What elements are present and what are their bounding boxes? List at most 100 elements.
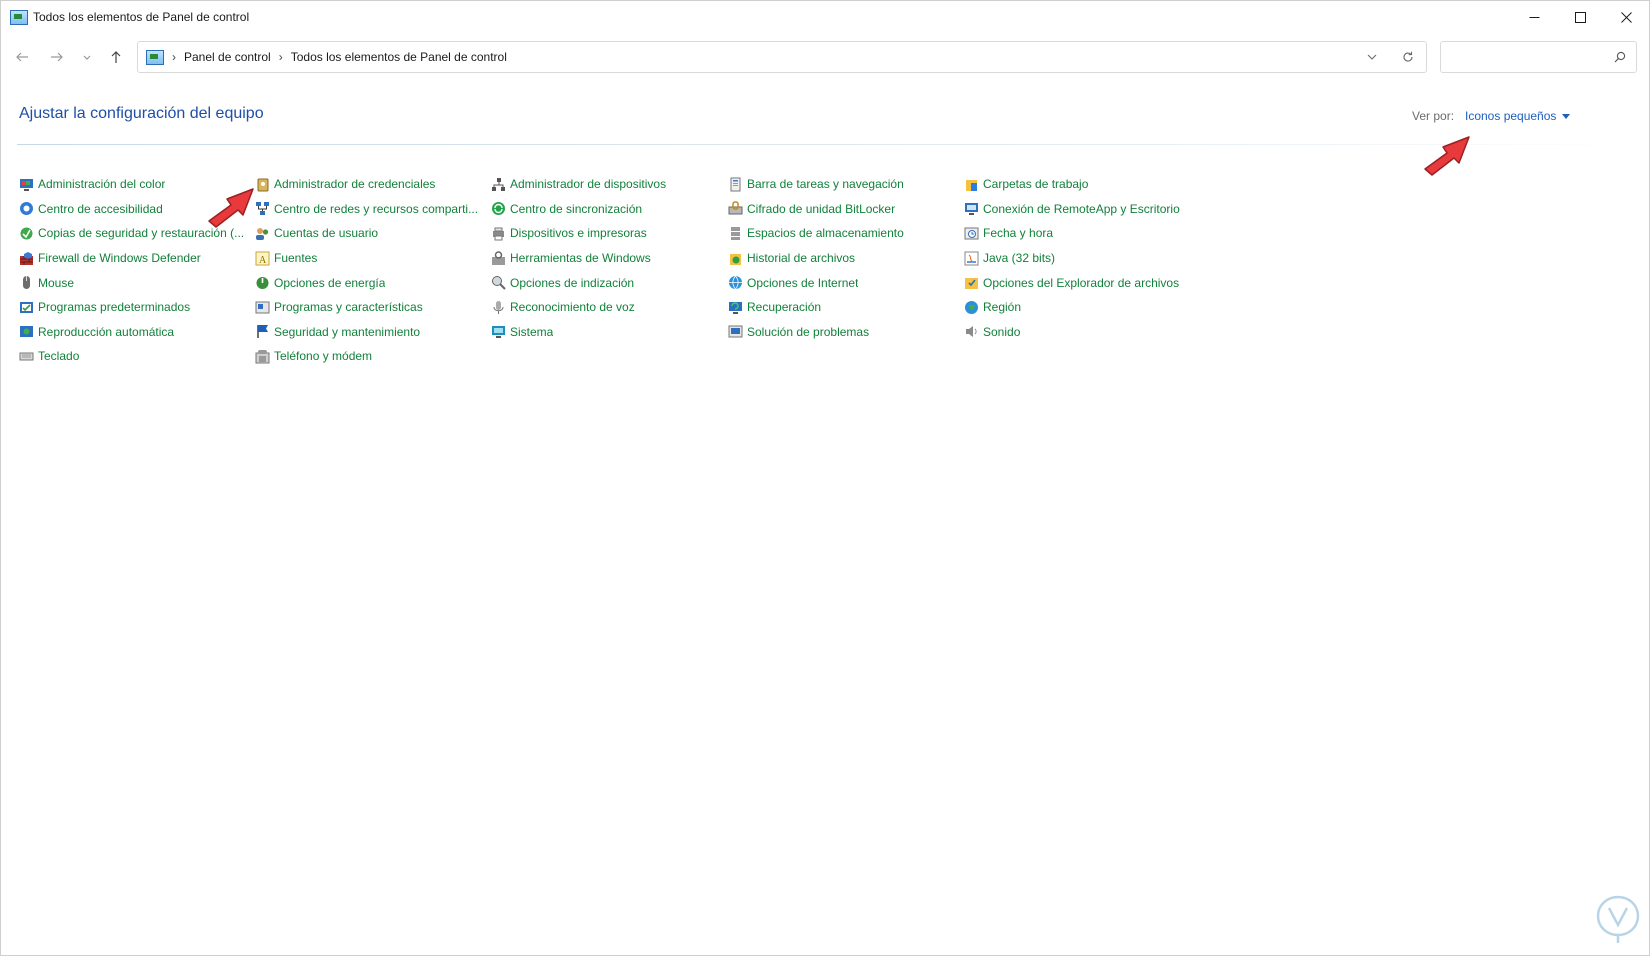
control-panel-item-label[interactable]: Opciones de energía bbox=[274, 276, 385, 290]
control-panel-item[interactable]: Opciones de energía bbox=[255, 270, 491, 295]
control-panel-item[interactable]: Seguridad y mantenimiento bbox=[255, 320, 491, 345]
control-panel-item[interactable]: Cifrado de unidad BitLocker bbox=[728, 197, 964, 222]
control-panel-item[interactable]: Carpetas de trabajo bbox=[964, 172, 1200, 197]
control-panel-item[interactable]: Mouse bbox=[19, 270, 255, 295]
minimize-button[interactable] bbox=[1511, 1, 1557, 33]
control-panel-item-label[interactable]: Teléfono y módem bbox=[274, 349, 372, 363]
control-panel-item[interactable]: Programas y características bbox=[255, 295, 491, 320]
control-panel-item[interactable]: Sonido bbox=[964, 320, 1200, 345]
address-history-button[interactable] bbox=[1354, 51, 1390, 63]
control-panel-item[interactable]: Programas predeterminados bbox=[19, 295, 255, 320]
navigation-row: › Panel de control › Todos los elementos… bbox=[1, 40, 1649, 74]
control-panel-item[interactable]: Región bbox=[964, 295, 1200, 320]
control-panel-item[interactable]: Recuperación bbox=[728, 295, 964, 320]
control-panel-item[interactable]: Fecha y hora bbox=[964, 221, 1200, 246]
control-panel-item[interactable]: Administrador de dispositivos bbox=[491, 172, 728, 197]
control-panel-item-label[interactable]: Administración del color bbox=[38, 177, 165, 191]
close-button[interactable] bbox=[1603, 1, 1649, 33]
control-panel-item-label[interactable]: Administrador de dispositivos bbox=[510, 177, 666, 191]
firewall-icon bbox=[19, 251, 34, 266]
fonts-icon: A bbox=[255, 251, 270, 266]
control-panel-item-label[interactable]: Cifrado de unidad BitLocker bbox=[747, 202, 895, 216]
page-title: Ajustar la configuración del equipo bbox=[19, 105, 264, 122]
control-panel-item[interactable]: Dispositivos e impresoras bbox=[491, 221, 728, 246]
control-panel-item-label[interactable]: Centro de sincronización bbox=[510, 202, 642, 216]
control-panel-item-label[interactable]: Reproducción automática bbox=[38, 325, 174, 339]
chevron-right-icon: › bbox=[278, 50, 283, 64]
control-panel-item[interactable]: Historial de archivos bbox=[728, 246, 964, 271]
control-panel-item-label[interactable]: Dispositivos e impresoras bbox=[510, 226, 647, 240]
control-panel-item-label[interactable]: Sistema bbox=[510, 325, 553, 339]
control-panel-item[interactable]: Opciones de indización bbox=[491, 270, 728, 295]
control-panel-item-label[interactable]: Cuentas de usuario bbox=[274, 226, 378, 240]
control-panel-item[interactable]: Reconocimiento de voz bbox=[491, 295, 728, 320]
forward-button[interactable] bbox=[48, 48, 66, 66]
control-panel-item[interactable]: A Fuentes bbox=[255, 246, 491, 271]
control-panel-item-label[interactable]: Programas y características bbox=[274, 300, 423, 314]
control-panel-item-label[interactable]: Administrador de credenciales bbox=[274, 177, 435, 191]
backup-restore-icon bbox=[19, 226, 34, 241]
control-panel-item-label[interactable]: Opciones de Internet bbox=[747, 276, 858, 290]
control-panel-item-label[interactable]: Teclado bbox=[38, 349, 79, 363]
control-panel-item[interactable]: Centro de sincronización bbox=[491, 197, 728, 222]
control-panel-icon bbox=[10, 9, 28, 25]
recent-locations-button[interactable] bbox=[78, 48, 96, 66]
control-panel-item[interactable]: Espacios de almacenamiento bbox=[728, 221, 964, 246]
control-panel-item-label[interactable]: Firewall de Windows Defender bbox=[38, 251, 201, 265]
control-panel-item-label[interactable]: Solución de problemas bbox=[747, 325, 869, 339]
control-panel-item[interactable]: Teléfono y módem bbox=[255, 344, 491, 369]
address-bar[interactable]: › Panel de control › Todos los elementos… bbox=[137, 41, 1427, 73]
control-panel-item-label[interactable]: Opciones de indización bbox=[510, 276, 634, 290]
windows-tools-icon bbox=[491, 250, 506, 266]
control-panel-item[interactable]: Firewall de Windows Defender bbox=[19, 246, 255, 271]
control-panel-item[interactable]: Teclado bbox=[19, 344, 255, 369]
control-panel-item[interactable]: Sistema bbox=[491, 320, 728, 345]
control-panel-item-label[interactable]: Región bbox=[983, 300, 1021, 314]
up-button[interactable] bbox=[107, 48, 125, 66]
control-panel-item-label[interactable]: Centro de accesibilidad bbox=[38, 202, 163, 216]
control-panel-item-label[interactable]: Herramientas de Windows bbox=[510, 251, 651, 265]
control-panel-items: Administración del color Administrador de… bbox=[19, 172, 1200, 369]
control-panel-item[interactable]: Opciones del Explorador de archivos bbox=[964, 270, 1200, 295]
back-button[interactable] bbox=[13, 48, 31, 66]
control-panel-item[interactable]: Conexión de RemoteApp y Escritorio bbox=[964, 197, 1200, 222]
breadcrumb-all-items[interactable]: Todos los elementos de Panel de control bbox=[291, 50, 507, 64]
date-time-icon bbox=[964, 226, 979, 241]
control-panel-item-label[interactable]: Sonido bbox=[983, 325, 1020, 339]
view-by-value[interactable]: Iconos pequeños bbox=[1465, 109, 1556, 123]
refresh-button[interactable] bbox=[1390, 51, 1426, 63]
control-panel-item[interactable]: Administrador de credenciales bbox=[255, 172, 491, 197]
view-by-dropdown[interactable]: Iconos pequeños bbox=[1465, 109, 1571, 123]
control-panel-item[interactable]: Java (32 bits) bbox=[964, 246, 1200, 271]
control-panel-item-label[interactable]: Centro de redes y recursos comparti... bbox=[274, 202, 478, 216]
close-icon bbox=[1620, 11, 1632, 23]
control-panel-item[interactable]: Solución de problemas bbox=[728, 320, 964, 345]
control-panel-item-label[interactable]: Barra de tareas y navegación bbox=[747, 177, 904, 191]
breadcrumb-control-panel[interactable]: Panel de control bbox=[184, 50, 271, 64]
recovery-icon bbox=[728, 300, 743, 315]
control-panel-item-label[interactable]: Historial de archivos bbox=[747, 251, 855, 265]
control-panel-item[interactable]: Cuentas de usuario bbox=[255, 221, 491, 246]
keyboard-icon bbox=[19, 349, 34, 364]
sync-center-icon bbox=[491, 201, 506, 216]
maximize-button[interactable] bbox=[1557, 1, 1603, 33]
control-panel-item-label[interactable]: Espacios de almacenamiento bbox=[747, 226, 904, 240]
control-panel-item-label[interactable]: Reconocimiento de voz bbox=[510, 300, 635, 314]
control-panel-item-label[interactable]: Opciones del Explorador de archivos bbox=[983, 276, 1179, 290]
control-panel-item-label[interactable]: Fecha y hora bbox=[983, 226, 1053, 240]
control-panel-item-label[interactable]: Java (32 bits) bbox=[983, 251, 1055, 265]
control-panel-item-label[interactable]: Programas predeterminados bbox=[38, 300, 190, 314]
control-panel-item-label[interactable]: Seguridad y mantenimiento bbox=[274, 325, 420, 339]
control-panel-item[interactable]: Barra de tareas y navegación bbox=[728, 172, 964, 197]
control-panel-item-label[interactable]: Carpetas de trabajo bbox=[983, 177, 1088, 191]
search-box[interactable] bbox=[1440, 41, 1637, 73]
control-panel-item-label[interactable]: Recuperación bbox=[747, 300, 821, 314]
control-panel-item[interactable]: Centro de redes y recursos comparti... bbox=[255, 197, 491, 222]
control-panel-item-label[interactable]: Conexión de RemoteApp y Escritorio bbox=[983, 202, 1180, 216]
control-panel-item-label[interactable]: Mouse bbox=[38, 276, 74, 290]
control-panel-item[interactable]: Opciones de Internet bbox=[728, 270, 964, 295]
control-panel-item-label[interactable]: Fuentes bbox=[274, 251, 317, 265]
control-panel-item[interactable]: Reproducción automática bbox=[19, 320, 255, 345]
control-panel-item[interactable]: Herramientas de Windows bbox=[491, 246, 728, 271]
phone-modem-icon bbox=[255, 349, 270, 364]
